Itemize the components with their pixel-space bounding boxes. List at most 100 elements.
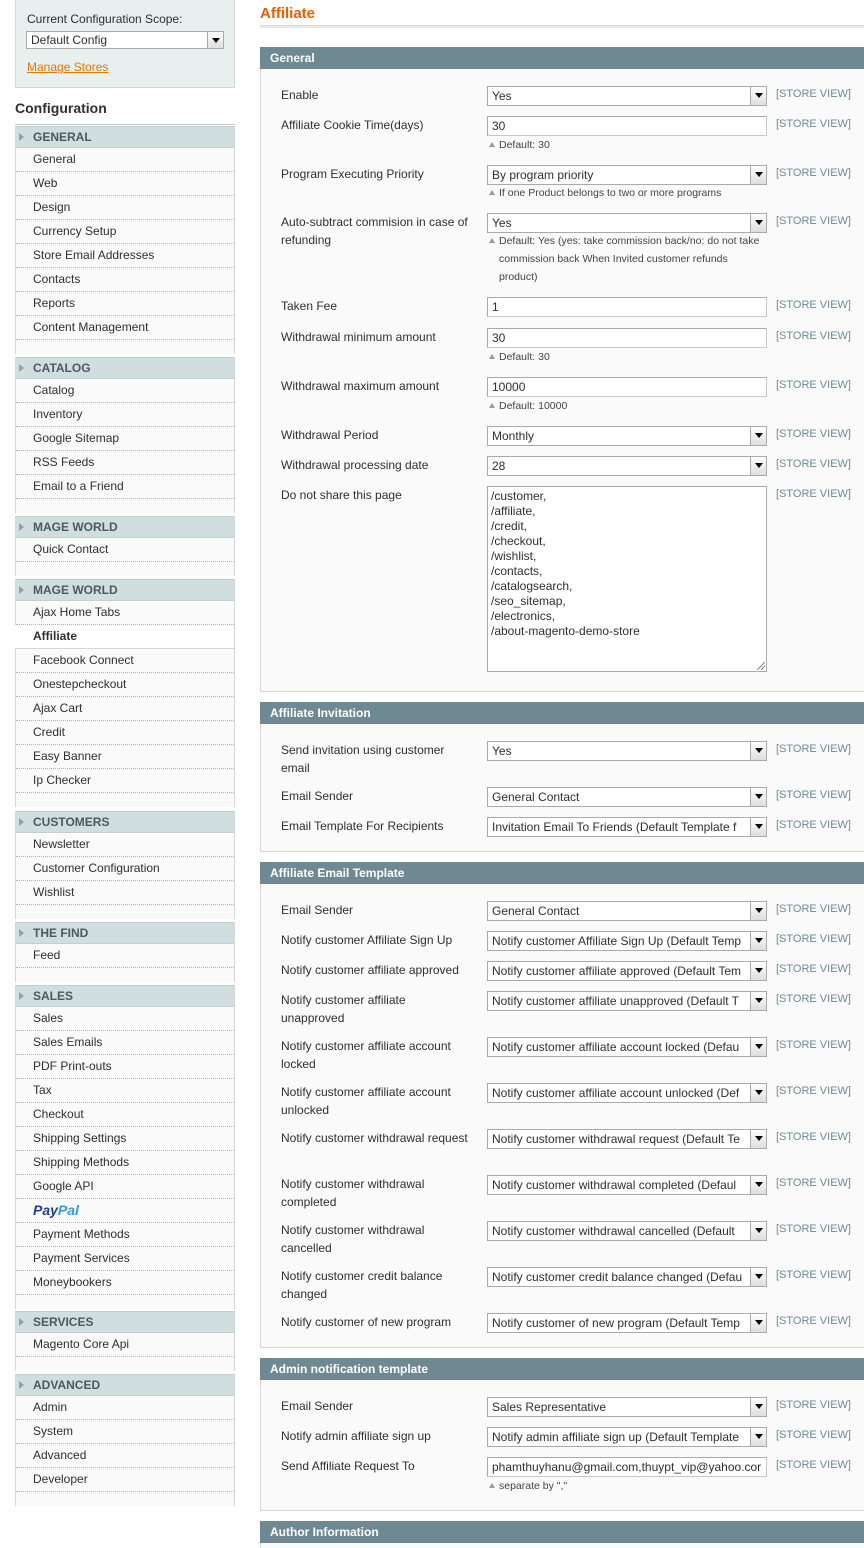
scope-tag: [STORE VIEW] [776, 1039, 851, 1051]
divider [15, 124, 235, 125]
processing-date-select[interactable]: 28 [487, 456, 767, 476]
sidebar-item-paypal[interactable]: PayPal [16, 1199, 234, 1223]
field-note: Default: Yes (yes: take commission back/… [487, 232, 767, 286]
sidebar-item-customer-configuration[interactable]: Customer Configuration [16, 857, 234, 881]
sidebar-item-ip-checker[interactable]: Ip Checker [16, 769, 234, 793]
section-header[interactable]: Author Information [260, 1521, 864, 1543]
sidebar-item-affiliate[interactable]: Affiliate [15, 625, 234, 649]
chevron-down-icon [750, 788, 766, 806]
sidebar-item-onestepcheckout[interactable]: Onestepcheckout [16, 673, 234, 697]
sidebar-item-feed[interactable]: Feed [16, 944, 234, 968]
sidebar-item-shipping-methods[interactable]: Shipping Methods [16, 1151, 234, 1175]
sidebar-item-quick-contact[interactable]: Quick Contact [16, 538, 234, 562]
configuration-title: Configuration [15, 100, 107, 116]
email-template-select[interactable]: Notify customer of new program (Default … [487, 1313, 767, 1333]
sidebar-item-payment-methods[interactable]: Payment Methods [16, 1223, 234, 1247]
withdrawal-min-input[interactable]: 30 [487, 328, 767, 348]
sidebar-item-advanced[interactable]: Advanced [16, 1444, 234, 1468]
section-header[interactable]: Affiliate Email Template [260, 862, 864, 884]
sidebar-item-google-sitemap[interactable]: Google Sitemap [16, 427, 234, 451]
taken-fee-input[interactable]: 1 [487, 297, 767, 317]
withdrawal-period-select[interactable]: Monthly [487, 426, 767, 446]
textarea-line: /contacts, [491, 564, 543, 578]
field-label: Notify customer affiliate unapproved [281, 993, 406, 1025]
sidebar-item-ajax-home-tabs[interactable]: Ajax Home Tabs [16, 601, 234, 625]
sidebar-item-easy-banner[interactable]: Easy Banner [16, 745, 234, 769]
sidebar-item-general[interactable]: General [16, 148, 234, 172]
priority-select[interactable]: By program priority [487, 165, 767, 185]
sidebar-item-rss-feeds[interactable]: RSS Feeds [16, 451, 234, 475]
manage-stores-link[interactable]: Manage Stores [27, 60, 108, 74]
sidebar-item-sales[interactable]: Sales [16, 1007, 234, 1031]
sidebar-item-system[interactable]: System [16, 1420, 234, 1444]
sidebar-item-currency-setup[interactable]: Currency Setup [16, 220, 234, 244]
auto-subtract-select[interactable]: Yes [487, 213, 767, 233]
sidebar-item-newsletter[interactable]: Newsletter [16, 833, 234, 857]
email-template-select[interactable]: Notify customer Affiliate Sign Up (Defau… [487, 931, 767, 951]
sidebar-item-admin[interactable]: Admin [16, 1396, 234, 1420]
email-template-select[interactable]: Notify customer affiliate account locked… [487, 1037, 767, 1057]
resize-handle-icon[interactable] [757, 662, 765, 670]
sidebar-item-shipping-settings[interactable]: Shipping Settings [16, 1127, 234, 1151]
email-template-select[interactable]: Notify customer affiliate unapproved (De… [487, 991, 767, 1011]
section-header[interactable]: Admin notification template [260, 1358, 864, 1380]
email-template-select[interactable]: Notify customer affiliate account unlock… [487, 1083, 767, 1103]
sidebar-item-web[interactable]: Web [16, 172, 234, 196]
email-template-select[interactable]: Notify customer affiliate approved (Defa… [487, 961, 767, 981]
sidebar-item-google-api[interactable]: Google API [16, 1175, 234, 1199]
field-label: Auto-subtract commision in case of refun… [281, 215, 468, 247]
sidebar-item-ajax-cart[interactable]: Ajax Cart [16, 697, 234, 721]
do-not-share-textarea[interactable]: /customer,/affiliate,/credit,/checkout, /… [487, 486, 767, 672]
send-invitation-select[interactable]: Yes [487, 741, 767, 761]
email-template-select[interactable]: Notify customer withdrawal request (Defa… [487, 1129, 767, 1149]
section-author: Author Information [260, 1521, 864, 1548]
sidebar-item-content-management[interactable]: Content Management [16, 316, 234, 340]
sidebar-item-sales-emails[interactable]: Sales Emails [16, 1031, 234, 1055]
sidebar-item-magento-core-api[interactable]: Magento Core Api [16, 1333, 234, 1357]
sidebar-item-developer[interactable]: Developer [16, 1468, 234, 1492]
sidebar-item-tax[interactable]: Tax [16, 1079, 234, 1103]
sidebar-item-catalog[interactable]: Catalog [16, 379, 234, 403]
sidebar-item-moneybookers[interactable]: Moneybookers [16, 1271, 234, 1295]
sidebar-group-spacer [16, 968, 234, 982]
field-label: Notify customer credit balance changed [281, 1269, 443, 1301]
enable-select[interactable]: Yes [487, 86, 767, 106]
section-header[interactable]: General [260, 47, 864, 69]
scope-tag: [STORE VIEW] [776, 1223, 851, 1235]
sidebar-item-checkout[interactable]: Checkout [16, 1103, 234, 1127]
invitation-sender-select[interactable]: General Contact [487, 787, 767, 807]
paypal-logo: Pay [33, 1202, 58, 1218]
scope-select[interactable]: Default Config [26, 31, 224, 49]
section-header[interactable]: Affiliate Invitation [260, 702, 864, 724]
email-template-select[interactable]: Notify customer withdrawal completed (De… [487, 1175, 767, 1195]
sidebar-item-design[interactable]: Design [16, 196, 234, 220]
withdrawal-max-input[interactable]: 10000 [487, 377, 767, 397]
scope-tag: [STORE VIEW] [776, 993, 851, 1005]
admin-sender-select[interactable]: Sales Representative [487, 1397, 767, 1417]
cookie-time-input[interactable]: 30 [487, 116, 767, 136]
sidebar-item-reports[interactable]: Reports [16, 292, 234, 316]
email-template-select[interactable]: Notify customer credit balance changed (… [487, 1267, 767, 1287]
sidebar-item-wishlist[interactable]: Wishlist [16, 881, 234, 905]
sidebar-item-inventory[interactable]: Inventory [16, 403, 234, 427]
section-general: General Enable Yes [STORE VIEW] Affiliat… [260, 47, 864, 692]
sidebar-group-spacer [16, 562, 234, 576]
sidebar-item-payment-services[interactable]: Payment Services [16, 1247, 234, 1271]
affiliate-request-to-input[interactable]: phamthuyhanu@gmail.com,thuypt_vip@yahoo.… [487, 1457, 767, 1477]
sidebar-item-facebook-connect[interactable]: Facebook Connect [16, 649, 234, 673]
scope-tag: [STORE VIEW] [776, 1131, 851, 1143]
email-template-select[interactable]: General Contact [487, 901, 767, 921]
sidebar-item-pdf-print-outs[interactable]: PDF Print-outs [16, 1055, 234, 1079]
chevron-down-icon [750, 1176, 766, 1194]
sidebar-group: CATALOG Catalog Inventory Google Sitemap RSS… [15, 357, 235, 513]
email-template-select[interactable]: Notify customer withdrawal cancelled (De… [487, 1221, 767, 1241]
scope-tag: [STORE VIEW] [776, 1269, 851, 1281]
sidebar-item-credit[interactable]: Credit [16, 721, 234, 745]
chevron-down-icon [750, 427, 766, 445]
sidebar-item-email-to-a-friend[interactable]: Email to a Friend [16, 475, 234, 499]
textarea-line: /credit, [491, 519, 528, 533]
sidebar-item-contacts[interactable]: Contacts [16, 268, 234, 292]
invitation-template-select[interactable]: Invitation Email To Friends (Default Tem… [487, 817, 767, 837]
sidebar-item-store-email-addresses[interactable]: Store Email Addresses [16, 244, 234, 268]
admin-signup-select[interactable]: Notify admin affiliate sign up (Default … [487, 1427, 767, 1447]
